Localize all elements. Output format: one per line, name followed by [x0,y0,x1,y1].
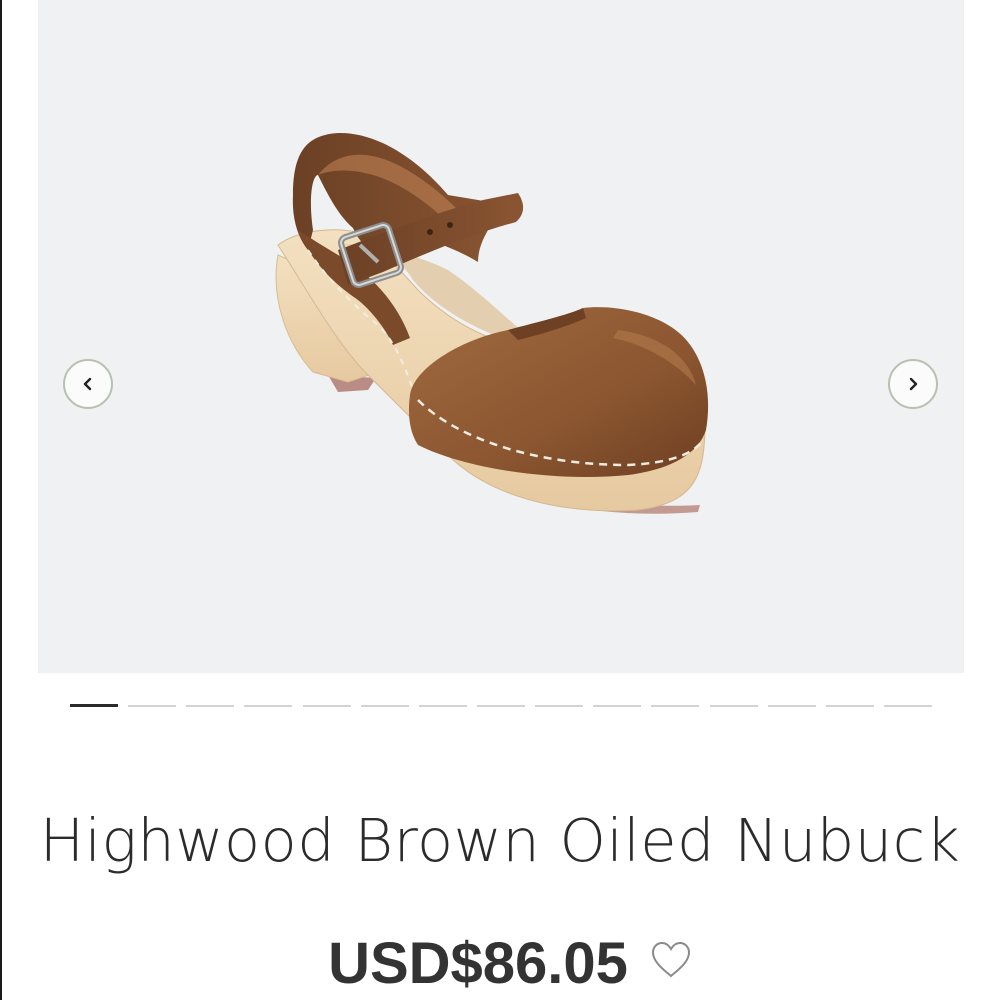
price-row: USD$86.05 [0,928,1000,998]
pagination-dot[interactable] [825,705,874,707]
pagination-dot[interactable] [186,705,235,707]
product-gallery[interactable] [38,0,964,673]
pagination-dot[interactable] [128,705,177,707]
next-image-button[interactable] [888,359,938,409]
product-title: Highwood Brown Oiled Nubuck [39,806,961,875]
pagination-dot[interactable] [651,705,700,707]
pagination-dot[interactable] [535,705,584,707]
pagination-dot[interactable] [476,705,525,707]
pagination-dot[interactable] [244,705,293,707]
gallery-pagination [70,704,932,708]
pagination-dot[interactable] [360,705,409,707]
pagination-dot[interactable] [302,705,351,707]
pagination-dot[interactable] [767,705,816,707]
chevron-left-icon [83,377,92,391]
heart-icon[interactable] [650,940,692,980]
pagination-dot[interactable] [418,705,467,707]
pagination-dot[interactable] [883,705,932,707]
product-image [275,132,709,514]
pagination-dot[interactable] [593,705,642,707]
pagination-dot[interactable] [709,705,758,707]
product-price: USD$86.05 [328,930,628,996]
chevron-right-icon [909,377,918,391]
previous-image-button[interactable] [63,359,113,409]
pagination-dot[interactable] [70,704,118,707]
